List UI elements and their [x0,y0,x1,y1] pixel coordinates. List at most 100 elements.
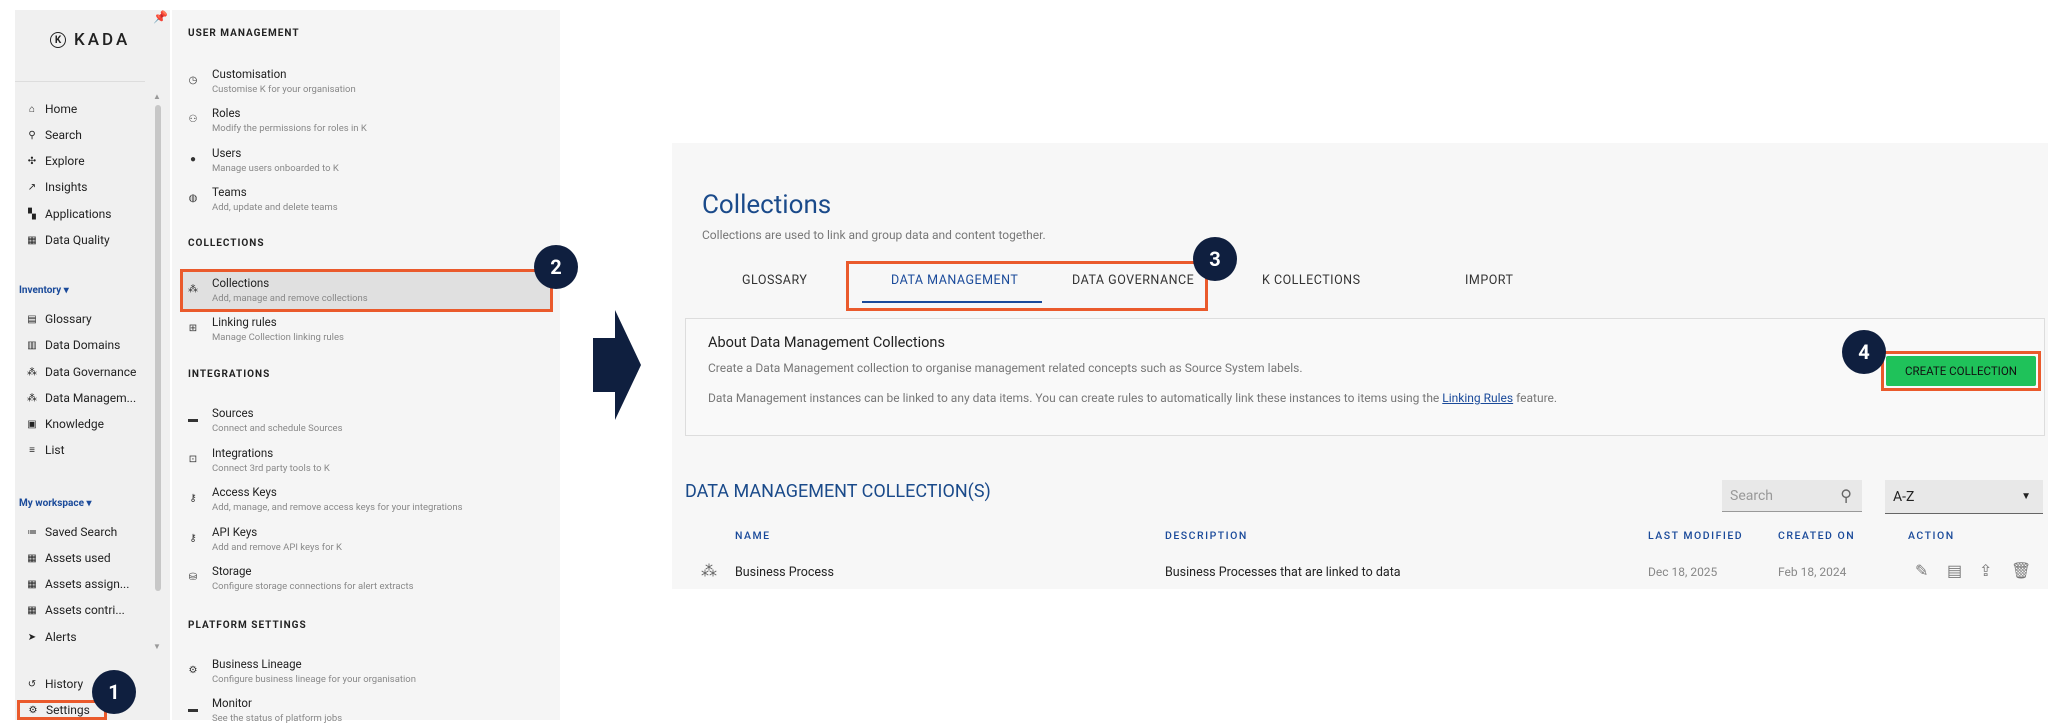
about-text-1: Create a Data Management collection to o… [708,361,1303,375]
about-text-2: Data Management instances can be linked … [708,391,1558,405]
section-integrations: INTEGRATIONS [188,369,271,380]
row-created-on: Feb 18, 2024 [1778,565,1847,579]
tab-k-collections[interactable]: K COLLECTIONS [1262,273,1361,288]
trend-icon: ↗ [27,181,37,193]
nav-list[interactable]: ≡ List [27,440,64,460]
settings-storage[interactable]: ⛁ Storage Configure storage connections fo… [188,564,414,592]
nav-alerts[interactable]: ➤ Alerts [27,627,77,647]
upload-icon[interactable]: ⇪ [1979,561,1992,580]
active-tab-indicator [862,301,1042,303]
table-icon: ▦ [27,552,37,564]
settings-teams[interactable]: ◍ Teams Add, update and delete teams [188,185,338,213]
tab-glossary[interactable]: GLOSSARY [742,273,807,288]
settings-access-keys[interactable]: ⚷ Access Keys Add, manage, and remove acce… [188,485,462,513]
table-icon: ▦ [27,604,37,616]
teams-icon: ◍ [188,193,198,204]
about-title: About Data Management Collections [708,334,945,351]
row-name[interactable]: Business Process [735,565,834,580]
nav-settings[interactable]: ⚙ Settings [17,700,107,720]
nav-saved-search[interactable]: ≔ Saved Search [27,522,117,542]
nav-insights[interactable]: ↗ Insights [27,177,88,197]
knowledge-icon: ▣ [27,418,37,430]
divider [15,81,145,82]
scrollbar[interactable] [155,105,161,591]
step-badge-2: 2 [534,245,578,289]
search-icon[interactable]: ⚲ [1840,486,1852,505]
pin-icon[interactable]: 📌 [153,10,168,24]
gear-icon: ⚙ [188,665,198,676]
send-icon: ➤ [27,631,37,643]
col-description: DESCRIPTION [1165,529,1248,542]
settings-api-keys[interactable]: ⚷ API Keys Add and remove API keys for K [188,525,342,553]
workspace-header[interactable]: My workspace ▾ [19,498,92,509]
scroll-up-icon[interactable]: ▲ [153,92,161,101]
settings-customisation[interactable]: ◷ Customisation Customise K for your organ… [188,67,356,95]
nav-home[interactable]: ⌂ Home [27,99,77,119]
step-badge-3: 3 [1193,237,1237,281]
governance-icon: ⁂ [27,366,37,378]
inventory-header[interactable]: Inventory ▾ [19,285,69,296]
sources-icon: ▬ [188,414,198,425]
logo: K KADA [50,30,130,50]
linking-rules-link[interactable]: Linking Rules [1442,391,1513,405]
collections-icon: ⁂ [188,284,198,295]
settings-users[interactable]: ● Users Manage users onboarded to K [188,146,339,174]
tab-data-governance[interactable]: DATA GOVERNANCE [1072,273,1194,288]
nav-data-governance[interactable]: ⁂ Data Governance [27,362,136,382]
brand-name: KADA [74,30,131,50]
delete-icon[interactable]: 🗑 [2011,561,2031,580]
sort-select[interactable]: A-Z ▼ [1885,480,2043,514]
collections-page: Collections Collections are used to link… [672,143,2048,589]
page-title: Collections [702,190,832,220]
home-icon: ⌂ [28,103,36,115]
nav-assets-contributed[interactable]: ▦ Assets contri... [27,600,125,620]
domains-icon: ▥ [27,339,37,351]
nav-data-management[interactable]: ⁂ Data Managem... [27,388,136,408]
nav-data-domains[interactable]: ▥ Data Domains [27,335,120,355]
settings-business-lineage[interactable]: ⚙ Business Lineage Configure business line… [188,657,416,685]
nav-applications[interactable]: ▚ Applications [27,204,111,224]
nav-data-quality[interactable]: ▦ Data Quality [27,230,109,250]
create-collection-button[interactable]: CREATE COLLECTION [1886,356,2036,386]
user-icon: ● [189,154,197,165]
settings-monitor[interactable]: ▬ Monitor See the status of platform jobs [188,696,342,724]
apps-icon: ▚ [28,208,36,220]
left-nav: 📌 K KADA ⌂ Home ⚲ Search ✣ Explore ↗ Insights… [15,10,170,720]
search-input[interactable]: Search ⚲ [1722,480,1862,512]
nav-assets-assigned[interactable]: ▦ Assets assign... [27,574,129,594]
settings-collections[interactable]: ⁂ Collections Add, manage and remove colle… [188,276,368,304]
saved-search-icon: ≔ [27,526,37,538]
settings-sources[interactable]: ▬ Sources Connect and schedule Sources [188,406,342,434]
settings-linking-rules[interactable]: ⊞ Linking rules Manage Collection linking … [188,315,344,343]
nav-search[interactable]: ⚲ Search [27,125,82,145]
gear-icon: ⚙ [28,704,38,716]
storage-icon: ⛁ [188,572,198,583]
scroll-down-icon[interactable]: ▼ [153,642,161,651]
nav-knowledge[interactable]: ▣ Knowledge [27,414,104,434]
roles-icon: ⚇ [188,114,198,125]
col-created-on: CREATED ON [1778,529,1856,542]
section-user-management: USER MANAGEMENT [188,28,300,39]
kada-logo-icon: K [50,32,66,48]
glossary-icon: ▤ [27,313,37,325]
settings-panel: USER MANAGEMENT ◷ Customisation Customise … [172,10,560,724]
nav-history[interactable]: ↺ History [27,674,83,694]
col-last-modified: LAST MODIFIED [1648,529,1744,542]
key-icon: ⚷ [189,533,197,544]
history-icon: ↺ [27,678,37,690]
settings-integrations[interactable]: ⊡ Integrations Connect 3rd party tools to … [188,446,330,474]
linking-icon: ⊞ [188,323,198,334]
section-platform-settings: PLATFORM SETTINGS [188,620,307,631]
nav-glossary[interactable]: ▤ Glossary [27,309,91,329]
nav-explore[interactable]: ✣ Explore [27,151,85,171]
settings-roles[interactable]: ⚇ Roles Modify the permissions for roles i… [188,106,367,134]
tab-data-management[interactable]: DATA MANAGEMENT [891,273,1018,288]
tab-import[interactable]: IMPORT [1465,273,1513,288]
nav-assets-used[interactable]: ▦ Assets used [27,548,110,568]
col-name: NAME [735,529,771,542]
step-badge-1: 1 [92,670,136,714]
edit-icon[interactable]: ✎ [1915,561,1928,580]
row-last-modified: Dec 18, 2025 [1648,565,1718,579]
row-description: Business Processes that are linked to da… [1165,565,1401,580]
edit-doc-icon[interactable]: ▤ [1947,561,1962,580]
